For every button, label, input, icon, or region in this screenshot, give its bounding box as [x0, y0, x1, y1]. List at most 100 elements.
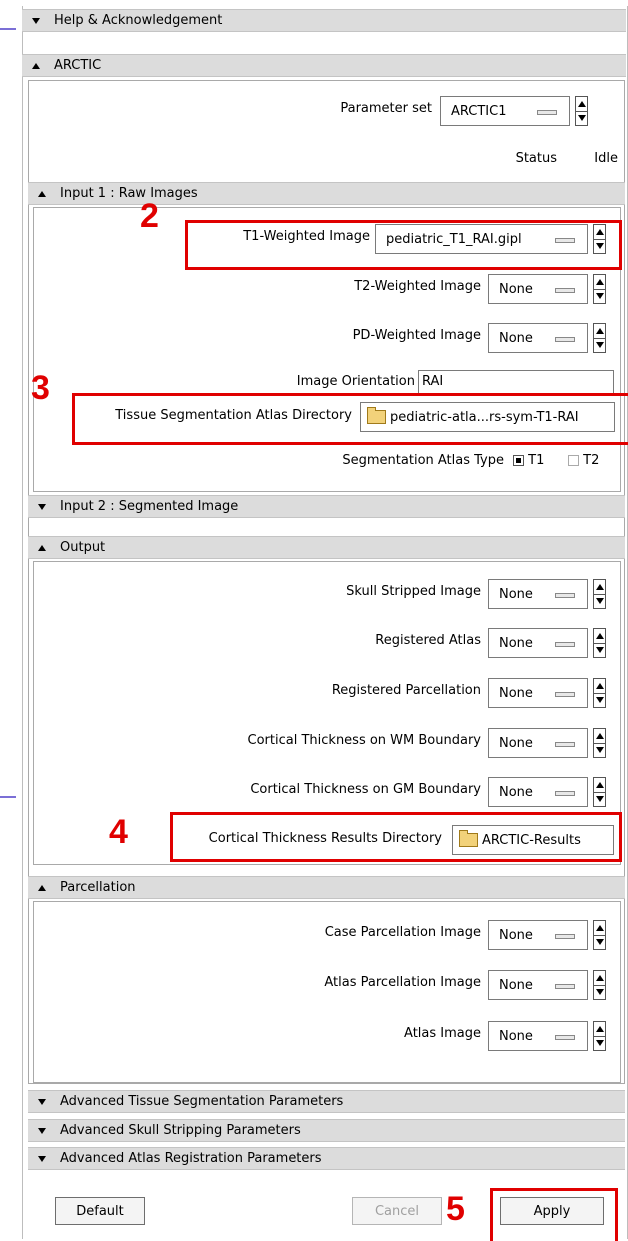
t2-label: T2-Weighted Image: [354, 279, 481, 294]
arrow-down-icon: [596, 697, 604, 703]
collapse-arrow-icon: [38, 1098, 46, 1105]
pd-value: None: [499, 330, 533, 346]
reg-atlas-label: Registered Atlas: [375, 633, 481, 648]
case-parc-label: Case Parcellation Image: [324, 925, 481, 940]
param-set-label: Parameter set: [340, 101, 432, 116]
section-arctic-header[interactable]: ARCTIC: [22, 54, 626, 77]
section-help-header[interactable]: Help & Acknowledgement: [22, 9, 626, 32]
section-adv-skull-header[interactable]: Advanced Skull Stripping Parameters: [28, 1119, 625, 1142]
arrow-down-icon: [596, 598, 604, 604]
ct-wm-value: None: [499, 735, 533, 751]
section-input2-header[interactable]: Input 2 : Segmented Image: [28, 495, 625, 518]
reg-atlas-value: None: [499, 635, 533, 651]
atlas-img-value: None: [499, 1028, 533, 1044]
menu-indicator-icon: [555, 742, 575, 747]
reg-atlas-menu[interactable]: None: [488, 628, 588, 658]
collapse-arrow-icon: [32, 17, 40, 24]
pd-spinner[interactable]: [593, 323, 606, 353]
atlas-type-t2-text: T2: [583, 453, 600, 468]
section-parcellation-header[interactable]: Parcellation: [28, 876, 625, 899]
menu-indicator-icon: [537, 110, 557, 115]
arrow-down-icon: [578, 115, 586, 121]
expand-arrow-icon: [38, 884, 46, 891]
ct-wm-spinner[interactable]: [593, 728, 606, 758]
arrow-up-icon: [596, 782, 604, 788]
arrow-down-icon: [596, 647, 604, 653]
menu-indicator-icon: [555, 288, 575, 293]
param-set-spinner[interactable]: [575, 96, 588, 126]
arrow-up-icon: [596, 1026, 604, 1032]
ct-gm-menu[interactable]: None: [488, 777, 588, 807]
menu-indicator-icon: [555, 984, 575, 989]
section-adv-tissue-title: Advanced Tissue Segmentation Parameters: [60, 1094, 344, 1109]
case-parc-spinner[interactable]: [593, 920, 606, 950]
arrow-up-icon: [596, 975, 604, 981]
ct-gm-label: Cortical Thickness on GM Boundary: [250, 782, 481, 797]
atlas-parc-spinner[interactable]: [593, 970, 606, 1000]
orientation-label: Image Orientation: [296, 374, 415, 389]
annotation-number-2: 2: [140, 197, 159, 235]
section-output-header[interactable]: Output: [28, 536, 625, 559]
cancel-button[interactable]: Cancel: [352, 1197, 442, 1225]
section-adv-atlas-header[interactable]: Advanced Atlas Registration Parameters: [28, 1147, 625, 1170]
section-input1-header[interactable]: Input 1 : Raw Images: [28, 182, 625, 205]
checkbox-checked-icon: [513, 455, 524, 466]
section-input2-title: Input 2 : Segmented Image: [60, 499, 239, 514]
menu-indicator-icon: [555, 337, 575, 342]
param-set-value: ARCTIC1: [451, 103, 507, 119]
section-adv-tissue-header[interactable]: Advanced Tissue Segmentation Parameters: [28, 1090, 625, 1113]
atlas-parc-menu[interactable]: None: [488, 970, 588, 1000]
t2-menu[interactable]: None: [488, 274, 588, 304]
t2-spinner[interactable]: [593, 274, 606, 304]
orientation-input[interactable]: RAI: [418, 370, 614, 394]
atlas-img-menu[interactable]: None: [488, 1021, 588, 1051]
section-output-title: Output: [60, 540, 106, 555]
arrow-up-icon: [578, 101, 586, 107]
case-parc-value: None: [499, 927, 533, 943]
section-parcellation-title: Parcellation: [60, 880, 136, 895]
arrow-up-icon: [596, 584, 604, 590]
menu-indicator-icon: [555, 593, 575, 598]
menu-indicator-icon: [555, 692, 575, 697]
highlight-box-3: [72, 393, 628, 445]
section-help-title: Help & Acknowledgement: [54, 13, 223, 28]
param-set-menu[interactable]: ARCTIC1: [440, 96, 570, 126]
menu-indicator-icon: [555, 934, 575, 939]
expand-arrow-icon: [38, 544, 46, 551]
arrow-down-icon: [596, 293, 604, 299]
menu-indicator-icon: [555, 791, 575, 796]
arrow-down-icon: [596, 342, 604, 348]
arrow-down-icon: [596, 747, 604, 753]
atlas-type-t1-option[interactable]: T1: [513, 453, 544, 468]
pd-menu[interactable]: None: [488, 323, 588, 353]
reg-parc-spinner[interactable]: [593, 678, 606, 708]
atlas-parc-label: Atlas Parcellation Image: [324, 975, 481, 990]
status-label: Status: [515, 151, 557, 166]
annotation-number-5: 5: [446, 1190, 465, 1228]
skull-spinner[interactable]: [593, 579, 606, 609]
atlas-img-spinner[interactable]: [593, 1021, 606, 1051]
slide-marker-bottom: [0, 796, 16, 798]
section-adv-skull-title: Advanced Skull Stripping Parameters: [60, 1123, 301, 1138]
expand-arrow-icon: [32, 62, 40, 69]
skull-menu[interactable]: None: [488, 579, 588, 609]
section-adv-atlas-title: Advanced Atlas Registration Parameters: [60, 1151, 322, 1166]
arrow-down-icon: [596, 939, 604, 945]
default-button[interactable]: Default: [55, 1197, 145, 1225]
menu-indicator-icon: [555, 642, 575, 647]
ct-gm-spinner[interactable]: [593, 777, 606, 807]
annotation-number-3: 3: [31, 369, 50, 407]
atlas-type-t2-option[interactable]: T2: [568, 453, 599, 468]
ct-gm-value: None: [499, 784, 533, 800]
case-parc-menu[interactable]: None: [488, 920, 588, 950]
slide-marker-top: [0, 28, 16, 30]
ct-wm-label: Cortical Thickness on WM Boundary: [247, 733, 481, 748]
collapse-arrow-icon: [38, 1155, 46, 1162]
reg-atlas-spinner[interactable]: [593, 628, 606, 658]
pd-label: PD-Weighted Image: [352, 328, 481, 343]
atlas-img-label: Atlas Image: [404, 1026, 481, 1041]
ct-wm-menu[interactable]: None: [488, 728, 588, 758]
arrow-up-icon: [596, 328, 604, 334]
arrow-up-icon: [596, 279, 604, 285]
reg-parc-menu[interactable]: None: [488, 678, 588, 708]
